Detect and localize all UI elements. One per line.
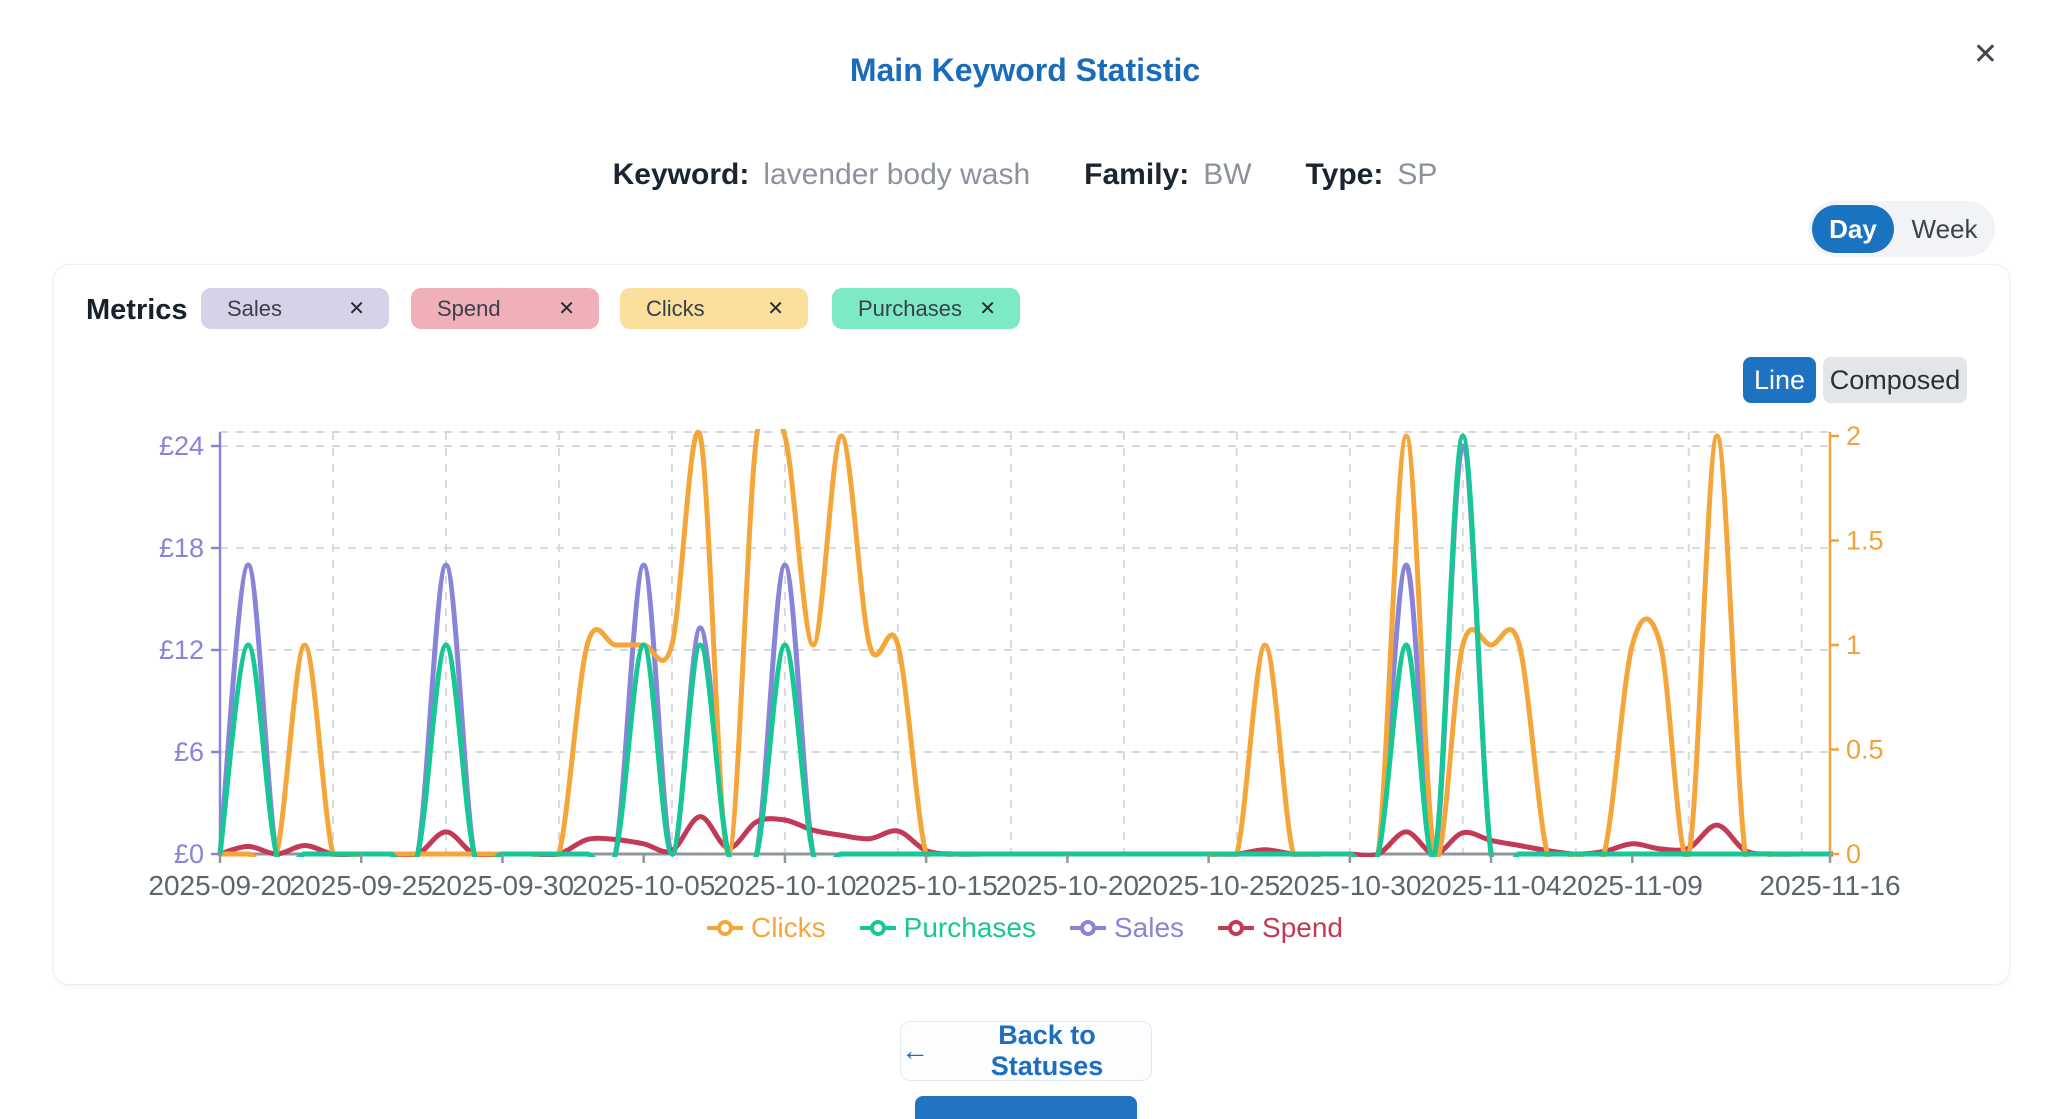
toggle-day[interactable]: Day (1812, 205, 1894, 253)
keyword-label: Keyword: (613, 158, 750, 192)
chip-label: Clicks (646, 296, 705, 322)
legend-item-sales: Sales (1070, 912, 1184, 944)
type-label: Type: (1306, 158, 1384, 192)
legend-line-icon (860, 920, 896, 936)
keyword-info-line: Keyword: lavender body wash Family: BW T… (0, 158, 2050, 192)
back-button-label: Back to Statuses (943, 1020, 1151, 1082)
legend-item-purchases: Purchases (860, 912, 1036, 944)
family-value: BW (1203, 158, 1251, 192)
metrics-label: Metrics (86, 294, 188, 327)
chart-type-composed-button[interactable]: Composed (1823, 357, 1967, 403)
keyword-value: lavender body wash (763, 158, 1030, 192)
period-toggle: Day Week (1808, 201, 1995, 257)
chart-legend: Clicks Purchases Sales Spend (220, 912, 1830, 944)
toggle-week[interactable]: Week (1894, 214, 1995, 245)
legend-line-icon (1070, 920, 1106, 936)
legend-item-spend: Spend (1218, 912, 1343, 944)
chart-type-line-button[interactable]: Line (1743, 357, 1816, 403)
keyword-statistic-modal: ✕ Main Keyword Statistic Keyword: lavend… (0, 0, 2050, 1119)
chip-label: Purchases (858, 296, 962, 322)
legend-line-icon (707, 920, 743, 936)
type-value: SP (1397, 158, 1437, 192)
chip-label: Spend (437, 296, 501, 322)
chip-label: Sales (227, 296, 282, 322)
metric-chip-sales[interactable]: Sales ✕ (201, 288, 389, 329)
remove-metric-icon[interactable]: ✕ (767, 296, 784, 321)
remove-metric-icon[interactable]: ✕ (979, 296, 996, 321)
legend-line-icon (1218, 920, 1254, 936)
metric-chip-spend[interactable]: Spend ✕ (411, 288, 599, 329)
family-label: Family: (1084, 158, 1189, 192)
page-title: Main Keyword Statistic (0, 52, 2050, 89)
metric-chip-clicks[interactable]: Clicks ✕ (620, 288, 808, 329)
metric-chip-purchases[interactable]: Purchases ✕ (832, 288, 1020, 329)
back-to-statuses-button[interactable]: ← Back to Statuses (900, 1021, 1152, 1081)
remove-metric-icon[interactable]: ✕ (348, 296, 365, 321)
remove-metric-icon[interactable]: ✕ (558, 296, 575, 321)
left-arrow-icon: ← (901, 1035, 929, 1067)
bottom-element-peek[interactable] (915, 1096, 1137, 1119)
legend-item-clicks: Clicks (707, 912, 826, 944)
chart-card (53, 264, 2010, 985)
